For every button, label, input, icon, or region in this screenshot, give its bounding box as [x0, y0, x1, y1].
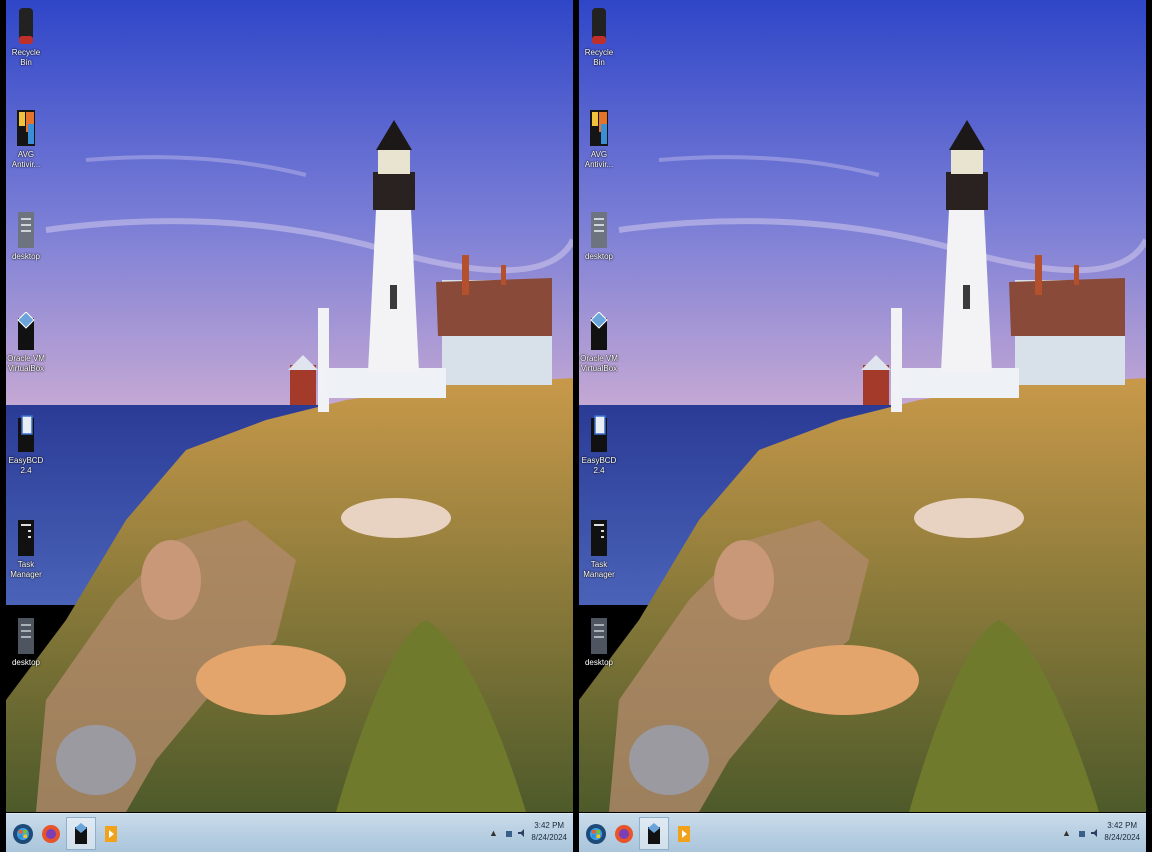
desktop-icon-recycle-bin[interactable]: Recycle Bin	[6, 6, 46, 68]
desktop-icon-label: EasyBCD 2.4	[581, 456, 617, 475]
easybcd-icon	[591, 415, 607, 452]
taskbar-media-player[interactable]	[96, 817, 126, 850]
firefox-icon	[42, 824, 60, 843]
desktop-right: Recycle Bin AVG Antivir... desktop Oracl…	[579, 0, 1146, 852]
windows-orb-icon	[586, 823, 606, 844]
virtualbox-icon	[648, 822, 660, 844]
clock-date: 8/24/2024	[531, 833, 567, 842]
desktop-icon-label: desktop	[584, 252, 614, 261]
trash-bin-icon	[592, 8, 606, 44]
avg-icon	[590, 110, 608, 146]
desktop-left: Recycle Bin AVG Antivir... desktop Oracl…	[6, 0, 573, 852]
clock-time: 3:42 PM	[1107, 821, 1138, 830]
desktop-icon-easybcd[interactable]: EasyBCD 2.4	[6, 414, 46, 476]
network-icon[interactable]	[505, 828, 515, 838]
wallpaper-image	[579, 0, 1146, 812]
taskbar-media-player[interactable]	[669, 817, 699, 850]
document-icon	[18, 618, 34, 654]
wallpaper-lighthouse	[6, 0, 573, 812]
tray-arrow-icon[interactable]: ▲	[1062, 828, 1071, 838]
taskbar-clock[interactable]: 3:42 PM 8/24/2024	[1104, 820, 1140, 844]
start-button[interactable]	[581, 817, 611, 850]
virtualbox-icon	[75, 822, 87, 844]
desktop-icon-avg-antivirus[interactable]: AVG Antivir...	[6, 108, 46, 170]
desktop-icon-label: Task Manager	[10, 560, 42, 579]
desktop-icon-label: Oracle VM VirtualBox	[580, 354, 618, 373]
document-icon	[591, 212, 607, 248]
easybcd-icon	[18, 415, 34, 452]
document-icon	[591, 618, 607, 654]
firefox-icon	[615, 824, 633, 843]
desktop-icon-task-manager[interactable]: Task Manager	[579, 518, 619, 580]
media-player-icon	[105, 825, 117, 842]
desktop-icon-desktop-1[interactable]: desktop	[579, 210, 619, 262]
taskbar-virtualbox[interactable]	[66, 817, 96, 850]
desktop-icon-task-manager[interactable]: Task Manager	[6, 518, 46, 580]
taskbar: ▲ 3:42 PM 8/24/2024	[6, 813, 573, 852]
desktop-icon-desktop-2[interactable]: desktop	[6, 616, 46, 668]
desktop-icon-label: desktop	[11, 252, 41, 261]
virtualbox-icon	[17, 312, 35, 350]
system-tray: ▲ 3:42 PM 8/24/2024	[1056, 814, 1146, 852]
desktop-icon-label: Recycle Bin	[584, 48, 614, 67]
desktop-icon-label: Recycle Bin	[11, 48, 41, 67]
taskbar-firefox[interactable]	[36, 817, 66, 850]
desktop-icon-label: EasyBCD 2.4	[8, 456, 44, 475]
desktop-icon-label: desktop	[584, 658, 614, 667]
desktop-icon-virtualbox[interactable]: Oracle VM VirtualBox	[6, 312, 46, 374]
desktop-icon-label: desktop	[11, 658, 41, 667]
virtualbox-icon	[590, 312, 608, 350]
wallpaper-lighthouse	[579, 0, 1146, 812]
taskbar: ▲ 3:42 PM 8/24/2024	[579, 813, 1146, 852]
network-icon[interactable]	[1078, 828, 1088, 838]
task-manager-icon	[18, 520, 34, 556]
desktop-icon-desktop-2[interactable]: desktop	[579, 616, 619, 668]
desktop-icon-label: AVG Antivir...	[11, 150, 41, 169]
windows-orb-icon	[13, 823, 33, 844]
desktop-icon-avg-antivirus[interactable]: AVG Antivir...	[579, 108, 619, 170]
desktop-icon-easybcd[interactable]: EasyBCD 2.4	[579, 414, 619, 476]
clock-time: 3:42 PM	[534, 821, 565, 830]
media-player-icon	[678, 825, 690, 842]
taskbar-virtualbox[interactable]	[639, 817, 669, 850]
document-icon	[18, 212, 34, 248]
taskbar-firefox[interactable]	[609, 817, 639, 850]
clock-date: 8/24/2024	[1104, 833, 1140, 842]
system-tray: ▲ 3:42 PM 8/24/2024	[483, 814, 573, 852]
wallpaper-image	[6, 0, 573, 812]
speaker-icon[interactable]	[1090, 828, 1100, 838]
desktop-icon-desktop-1[interactable]: desktop	[6, 210, 46, 262]
desktop-icon-recycle-bin[interactable]: Recycle Bin	[579, 6, 619, 68]
desktop-icon-label: AVG Antivir...	[584, 150, 614, 169]
desktop-icon-label: Task Manager	[583, 560, 615, 579]
start-button[interactable]	[8, 817, 38, 850]
tray-arrow-icon[interactable]: ▲	[489, 828, 498, 838]
desktop-icon-label: Oracle VM VirtualBox	[7, 354, 45, 373]
task-manager-icon	[591, 520, 607, 556]
taskbar-clock[interactable]: 3:42 PM 8/24/2024	[531, 820, 567, 844]
speaker-icon[interactable]	[517, 828, 527, 838]
desktop-icon-virtualbox[interactable]: Oracle VM VirtualBox	[579, 312, 619, 374]
avg-icon	[17, 110, 35, 146]
trash-bin-icon	[19, 8, 33, 44]
